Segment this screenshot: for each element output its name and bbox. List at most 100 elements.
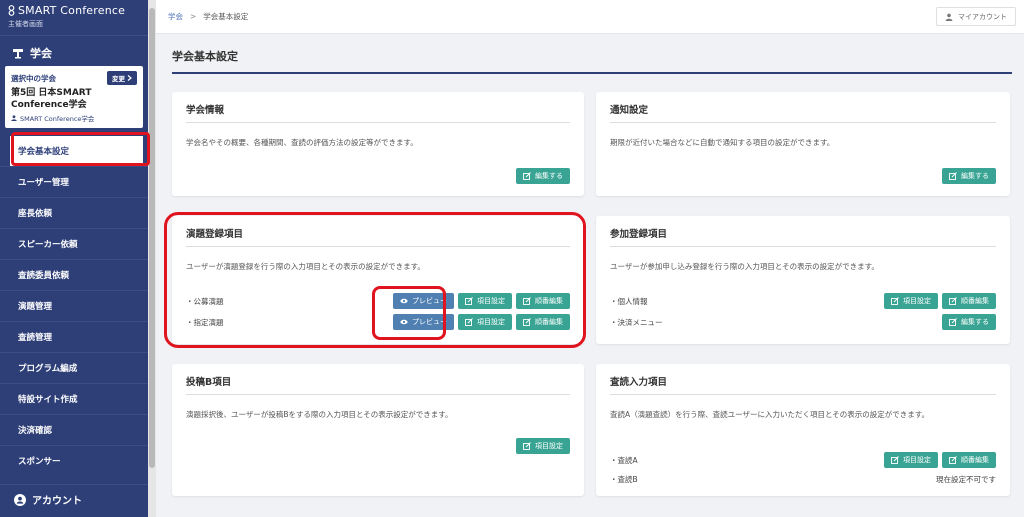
conference-name: 第5回 日本SMART Conference学会 — [11, 88, 92, 110]
button-label: プレビュー — [412, 318, 447, 326]
item-settings-button[interactable]: 項目設定 — [884, 293, 938, 309]
card-review-input: 査読入力項目 査読A（演題査読）を行う際、査読ユーザーに入力いただく項目とその表… — [596, 364, 1010, 496]
scrollbar-thumb[interactable] — [149, 8, 155, 468]
sidebar-item-label: ユーザー管理 — [18, 178, 69, 188]
review-row-a: ・査読A 項目設定 順番編集 — [610, 452, 996, 468]
preview-button[interactable]: プレビュー — [393, 314, 454, 330]
not-configurable-note: 現在設定不可です — [936, 474, 996, 484]
card-participation-registration: 参加登録項目 ユーザーが参加申し込み登録を行う際の入力項目とその表示の設定ができ… — [596, 216, 1010, 344]
order-edit-button[interactable]: 順番編集 — [942, 452, 996, 468]
sidebar-item-special-site[interactable]: 特設サイト作成 — [0, 383, 148, 414]
sidebar-item-reviewer-request[interactable]: 査読委員依頼 — [0, 259, 148, 290]
item-settings-button[interactable]: 項目設定 — [458, 314, 512, 330]
account-label: アカウント — [32, 496, 82, 507]
order-edit-button[interactable]: 順番編集 — [516, 293, 570, 309]
sidebar-item-chair-request[interactable]: 座長依頼 — [0, 197, 148, 228]
change-button-label: 変更 — [112, 75, 125, 83]
edit-icon — [523, 172, 531, 180]
my-account-label: マイアカウント — [958, 12, 1007, 21]
card-title: 査読入力項目 — [610, 374, 996, 395]
user-icon — [945, 13, 953, 21]
row-label: ・公募演題 — [186, 296, 224, 306]
user-icon — [11, 115, 17, 121]
button-label: 項目設定 — [477, 297, 505, 305]
edit-icon — [523, 442, 531, 450]
submission-b-item-settings-button[interactable]: 項目設定 — [516, 438, 570, 454]
edit-payment-menu-button[interactable]: 編集する — [942, 314, 996, 330]
podium-icon — [13, 49, 23, 59]
item-settings-button[interactable]: 項目設定 — [458, 293, 512, 309]
card-description: 演題採択後、ユーザーが投稿Bをする際の入力項目とその表示設定ができます。 — [186, 410, 453, 419]
card-title: 参加登録項目 — [610, 226, 996, 247]
row-label: ・個人情報 — [610, 296, 648, 306]
order-edit-button[interactable]: 順番編集 — [516, 314, 570, 330]
row-label: ・査読B — [610, 474, 638, 484]
card-submission-b: 投稿B項目 演題採択後、ユーザーが投稿Bをする際の入力項目とその表示設定ができま… — [172, 364, 584, 496]
eye-icon — [400, 298, 408, 304]
edit-icon — [465, 297, 473, 305]
sidebar-account[interactable]: アカウント — [0, 484, 148, 514]
change-conference-button[interactable]: 変更 — [107, 71, 137, 85]
card-description: ユーザーが参加申し込み登録を行う際の入力項目とその表示の設定ができます。 — [610, 262, 879, 271]
participation-row-personal: ・個人情報 項目設定 順番編集 — [610, 293, 996, 309]
button-label: 編集する — [535, 172, 563, 180]
card-abstract-registration: 演題登録項目 ユーザーが演題登録を行う際の入力項目とその表示の設定ができます。 … — [172, 216, 584, 344]
breadcrumb-current: 学会基本設定 — [203, 12, 249, 21]
order-edit-button[interactable]: 順番編集 — [942, 293, 996, 309]
breadcrumb-root[interactable]: 学会 — [168, 11, 183, 22]
card-description: ユーザーが演題登録を行う際の入力項目とその表示の設定ができます。 — [186, 262, 425, 271]
edit-icon — [523, 297, 531, 305]
button-label: 編集する — [961, 172, 989, 180]
brand-logo[interactable]: SMART Conference — [8, 4, 140, 17]
button-label: 項目設定 — [903, 456, 931, 464]
row-label: ・決済メニュー — [610, 317, 663, 327]
sidebar-item-payment[interactable]: 決済確認 — [0, 414, 148, 445]
sidebar-item-basic-settings[interactable]: 学会基本設定 — [10, 136, 143, 166]
card-notification: 通知設定 期限が近付いた場合などに自動で通知する項目の設定ができます。 編集する — [596, 92, 1010, 196]
review-row-b: ・査読B 現在設定不可です — [610, 471, 996, 487]
button-label: プレビュー — [412, 297, 447, 305]
sidebar-item-review-management[interactable]: 査読管理 — [0, 321, 148, 352]
abstract-row-public: ・公募演題 プレビュー 項目設定 順番編集 — [186, 293, 570, 309]
sidebar-item-label: スピーカー依頼 — [18, 240, 78, 250]
button-label: 順番編集 — [961, 456, 989, 464]
brand-name: SMART Conference — [18, 4, 126, 17]
edit-icon — [949, 172, 957, 180]
conference-org-label: SMART Conference学会 — [20, 115, 95, 123]
sidebar-item-label: 査読委員依頼 — [18, 271, 70, 281]
participation-row-payment-menu: ・決済メニュー 編集する — [610, 314, 996, 330]
sidebar-item-speaker-request[interactable]: スピーカー依頼 — [0, 228, 148, 259]
my-account-button[interactable]: マイアカウント — [936, 7, 1016, 26]
item-settings-button[interactable]: 項目設定 — [884, 452, 938, 468]
preview-button[interactable]: プレビュー — [393, 293, 454, 309]
sidebar-item-sponsor[interactable]: スポンサー — [0, 445, 148, 476]
card-society-info: 学会情報 学会名やその概要、各種期間、査読の評価方法の設定等ができます。 編集す… — [172, 92, 584, 196]
sidebar-item-label: スポンサー — [18, 457, 61, 467]
sidebar-item-abstract-management[interactable]: 演題管理 — [0, 290, 148, 321]
button-label: 項目設定 — [903, 297, 931, 305]
button-label: 項目設定 — [535, 442, 563, 450]
card-title: 通知設定 — [610, 102, 996, 123]
card-description: 学会名やその概要、各種期間、査読の評価方法の設定等ができます。 — [186, 138, 418, 147]
sidebar-item-label: 学会基本設定 — [18, 147, 70, 157]
selected-conference-label: 選択中の学会 — [11, 73, 56, 83]
row-label: ・査読A — [610, 455, 638, 465]
edit-society-info-button[interactable]: 編集する — [516, 168, 570, 184]
eye-icon — [400, 319, 408, 325]
sidebar-item-user-management[interactable]: ユーザー管理 — [0, 166, 148, 197]
edit-notification-button[interactable]: 編集する — [942, 168, 996, 184]
sidebar-scrollbar[interactable] — [148, 0, 156, 517]
sidebar: SMART Conference 主催者画面 学会 選択中の学会 変更 第5回 … — [0, 0, 148, 517]
topbar: 学会 > 学会基本設定 マイアカウント — [156, 0, 1024, 34]
button-label: 順番編集 — [535, 318, 563, 326]
selected-conference-card: 選択中の学会 変更 第5回 日本SMART Conference学会 SMART… — [5, 66, 143, 128]
sidebar-item-program[interactable]: プログラム編成 — [0, 352, 148, 383]
card-description: 期限が近付いた場合などに自動で通知する項目の設定ができます。 — [610, 138, 835, 147]
sidebar-item-label: 座長依頼 — [18, 209, 53, 219]
sidebar-item-label: 特設サイト作成 — [18, 395, 78, 405]
edit-icon — [949, 297, 957, 305]
button-label: 順番編集 — [535, 297, 563, 305]
edit-icon — [891, 297, 899, 305]
sidebar-item-label: 決済確認 — [18, 426, 53, 436]
sidebar-section-label: 学会 — [30, 47, 52, 60]
